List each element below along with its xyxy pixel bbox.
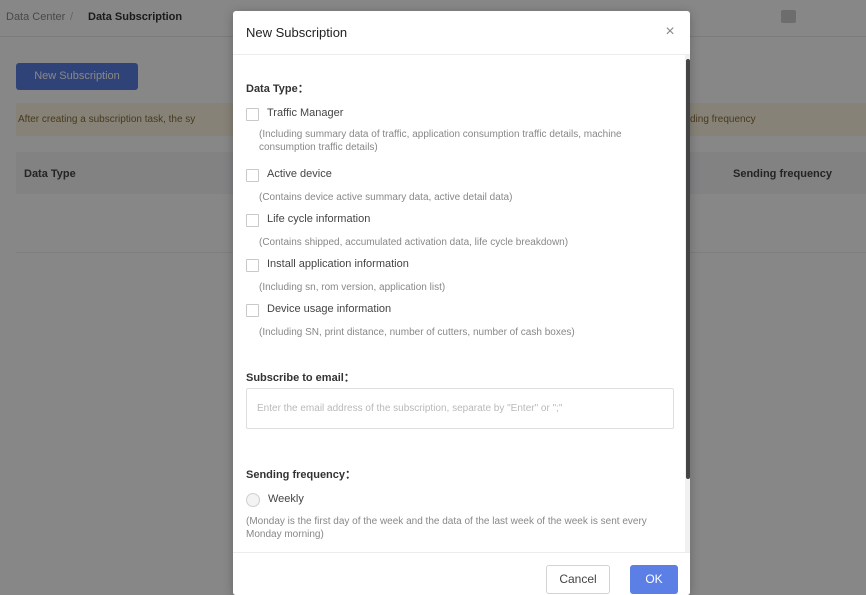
scrollbar-thumb[interactable] xyxy=(686,59,690,479)
cancel-button[interactable]: Cancel xyxy=(546,565,610,594)
dialog-header: New Subscription × xyxy=(233,11,690,55)
dialog-body: Data Type： Traffic Manager (Including su… xyxy=(233,55,690,552)
life-cycle-description: (Contains shipped, accumulated activatio… xyxy=(259,237,569,248)
new-subscription-dialog: New Subscription × Data Type： Traffic Ma… xyxy=(233,11,690,595)
install-application-description: (Including sn, rom version, application … xyxy=(259,282,446,293)
active-device-description: (Contains device active summary data, ac… xyxy=(259,192,513,203)
checkbox-label[interactable]: Device usage information xyxy=(267,303,391,315)
ok-button[interactable]: OK xyxy=(630,565,678,594)
dialog-title: New Subscription xyxy=(246,25,348,40)
subscribe-email-title: Subscribe to email： xyxy=(246,372,355,384)
radio-circle[interactable] xyxy=(246,493,260,507)
dialog-footer: Cancel OK xyxy=(233,552,690,595)
checkbox-box[interactable] xyxy=(246,304,259,317)
checkbox-box[interactable] xyxy=(246,108,259,121)
checkbox-box[interactable] xyxy=(246,169,259,182)
checkbox-label[interactable]: Active device xyxy=(267,168,332,180)
traffic-manager-description: (Including summary data of traffic, appl… xyxy=(259,129,622,153)
weekly-description: (Monday is the first day of the week and… xyxy=(246,516,647,540)
checkbox-label[interactable]: Traffic Manager xyxy=(267,107,343,119)
checkbox-label[interactable]: Install application information xyxy=(267,258,409,270)
sending-frequency-title: Sending frequency： xyxy=(246,469,357,481)
checkbox-box[interactable] xyxy=(246,214,259,227)
checkbox-label[interactable]: Life cycle information xyxy=(267,213,370,225)
checkbox-box[interactable] xyxy=(246,259,259,272)
radio-label[interactable]: Weekly xyxy=(268,493,304,505)
device-usage-description: (Including SN, print distance, number of… xyxy=(259,327,575,338)
data-type-title: Data Type： xyxy=(246,83,309,95)
close-icon[interactable]: × xyxy=(661,23,679,41)
email-input[interactable] xyxy=(246,388,674,429)
